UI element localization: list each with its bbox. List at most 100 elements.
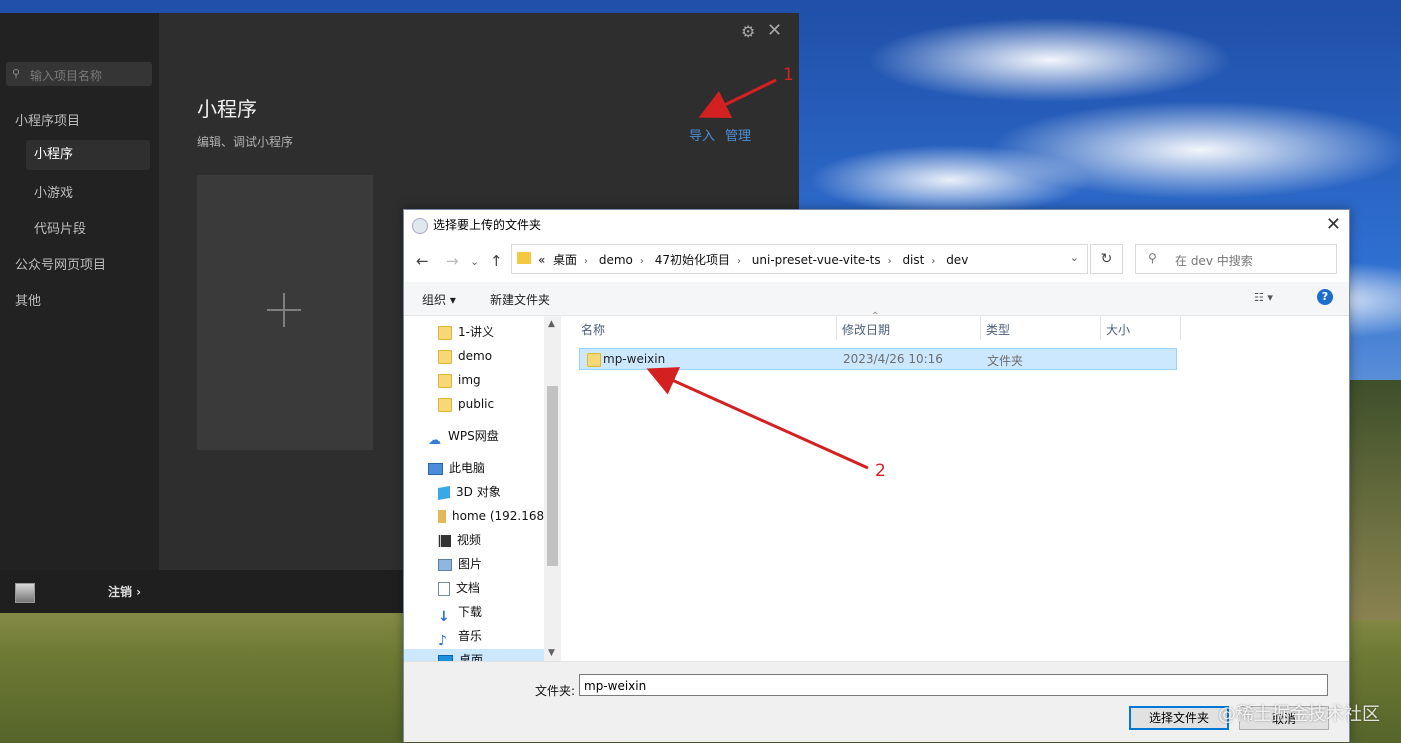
folder-icon: [438, 373, 452, 388]
watermark: @稀土掘金技术社区: [1218, 704, 1380, 725]
new-project-card[interactable]: [197, 175, 373, 450]
tree-item-label: 音乐: [458, 629, 483, 643]
scroll-down-icon[interactable]: ▼: [548, 648, 555, 658]
tree-item-label: 桌面: [459, 653, 484, 661]
recent-chevron-icon[interactable]: ⌄: [470, 255, 479, 268]
logout-button[interactable]: 注销 ›: [108, 583, 141, 600]
tree-item-img[interactable]: img: [438, 369, 481, 391]
documents-icon: [438, 581, 450, 596]
cloud-icon: ☁: [428, 432, 441, 448]
tree-item-label: 文档: [456, 581, 481, 595]
tree-item-label: demo: [458, 349, 493, 363]
import-link[interactable]: 导入: [689, 125, 715, 144]
up-arrow-icon[interactable]: ↑: [490, 252, 503, 270]
breadcrumb-item[interactable]: 桌面: [553, 253, 577, 267]
column-modified[interactable]: 修改日期: [842, 321, 890, 338]
search-placeholder: 输入项目名称: [30, 69, 103, 83]
avatar[interactable]: [15, 583, 35, 603]
video-icon: [438, 534, 451, 547]
forward-arrow-icon[interactable]: →: [446, 252, 459, 270]
folder-icon: [438, 397, 452, 412]
folder-icon: [438, 325, 452, 340]
page-subtitle: 编辑、调试小程序: [197, 135, 294, 149]
organize-button[interactable]: 组织 ▾: [422, 291, 456, 308]
tree-item-this-pc[interactable]: 此电脑: [428, 457, 485, 479]
file-row-mp-weixin[interactable]: mp-weixin 2023/4/26 10:16 文件夹: [579, 348, 1177, 370]
scrollbar-thumb[interactable]: [547, 386, 558, 566]
back-arrow-icon[interactable]: ←: [416, 252, 429, 270]
tree-item-music[interactable]: ♪ 音乐: [438, 625, 483, 649]
pictures-icon: [438, 558, 452, 571]
column-divider[interactable]: [1100, 316, 1101, 340]
tree-item-videos[interactable]: 视频: [438, 529, 481, 551]
column-divider[interactable]: [980, 316, 981, 340]
tree-item-public[interactable]: public: [438, 393, 494, 415]
tree-item-wps-cloud[interactable]: ☁ WPS网盘: [428, 425, 499, 448]
breadcrumb-item[interactable]: dev: [946, 253, 968, 267]
nav-code-snippets[interactable]: 代码片段: [34, 218, 86, 237]
tree-item-1-notes[interactable]: 1-讲义: [438, 321, 494, 343]
breadcrumb-item[interactable]: 47初始化项目: [655, 253, 730, 267]
close-icon[interactable]: ✕: [767, 20, 782, 41]
tree-item-desktop[interactable]: 桌面: [404, 649, 544, 661]
folder-icon: [517, 252, 531, 264]
tree-item-label: img: [458, 373, 481, 387]
column-divider[interactable]: [1180, 316, 1181, 340]
gear-icon[interactable]: ⚙: [741, 22, 755, 41]
search-placeholder: 在 dev 中搜索: [1175, 254, 1253, 268]
nav-other[interactable]: 其他: [15, 290, 41, 309]
file-type: 文件夹: [987, 354, 1024, 368]
tree-item-documents[interactable]: 文档: [438, 577, 480, 599]
column-name[interactable]: 名称: [581, 321, 605, 338]
select-folder-button[interactable]: 选择文件夹: [1129, 706, 1229, 730]
breadcrumb-item[interactable]: uni-preset-vue-vite-ts: [752, 253, 881, 267]
nav-miniprogram[interactable]: 小程序: [26, 140, 150, 170]
scroll-up-icon[interactable]: ▲: [548, 319, 555, 329]
tree-item-home-network[interactable]: home (192.168: [438, 505, 544, 527]
breadcrumb-item[interactable]: demo: [599, 253, 633, 267]
tree-item-label: public: [458, 397, 495, 411]
wallpaper-hills-right: [1350, 380, 1401, 620]
nav-miniprogram-projects[interactable]: 小程序项目: [15, 110, 80, 129]
tree-scrollbar[interactable]: ▲ ▼: [544, 316, 561, 661]
new-folder-button[interactable]: 新建文件夹: [490, 291, 550, 308]
dialog-title-bar: 选择要上传的文件夹: [412, 216, 541, 236]
tree-item-demo[interactable]: demo: [438, 345, 492, 367]
refresh-button[interactable]: ↻: [1090, 244, 1123, 274]
download-icon: ↓: [438, 608, 450, 625]
tree-item-label: 下载: [458, 605, 483, 619]
tree-item-downloads[interactable]: ↓ 下载: [438, 601, 483, 625]
tree-item-label: 图片: [458, 557, 483, 571]
annotation-number-1: 1: [783, 65, 794, 85]
search-icon: ⚲: [12, 67, 21, 80]
address-bar[interactable]: « 桌面 › demo › 47初始化项目 › uni-preset-vue-vite…: [511, 244, 1088, 274]
view-options-icon[interactable]: ☷ ▾: [1254, 291, 1273, 304]
tree-item-label: 视频: [457, 533, 482, 547]
tree-item-pictures[interactable]: 图片: [438, 553, 482, 575]
tree-item-label: 1-讲义: [458, 325, 494, 339]
column-size[interactable]: 大小: [1106, 321, 1130, 338]
tree-item-label: 3D 对象: [456, 485, 501, 499]
search-input[interactable]: ⚲ 在 dev 中搜索: [1135, 244, 1337, 274]
search-icon: ⚲: [1148, 251, 1157, 265]
column-divider[interactable]: [836, 316, 837, 340]
nav-minigame[interactable]: 小游戏: [34, 182, 73, 201]
file-name: mp-weixin: [603, 352, 666, 366]
help-icon[interactable]: ?: [1317, 289, 1333, 305]
folder-name-input[interactable]: mp-weixin: [579, 674, 1328, 696]
devtools-sidebar: ⚲ 输入项目名称 小程序项目 小程序 小游戏 代码片段 公众号网页项目 其他: [0, 13, 159, 613]
dialog-title: 选择要上传的文件夹: [433, 218, 542, 232]
project-search-input[interactable]: ⚲ 输入项目名称: [6, 62, 152, 86]
network-drive-icon: [438, 510, 446, 523]
manage-link[interactable]: 管理: [725, 125, 751, 144]
plus-icon: [267, 293, 301, 327]
column-type[interactable]: 类型: [986, 321, 1010, 338]
tree-item-3d-objects[interactable]: 3D 对象: [438, 481, 501, 503]
nav-official-account-web[interactable]: 公众号网页项目: [15, 254, 106, 273]
close-icon[interactable]: ✕: [1326, 214, 1341, 235]
breadcrumb-item[interactable]: dist: [902, 253, 924, 267]
breadcrumb-overflow[interactable]: «: [538, 253, 545, 267]
dialog-footer: 文件夹: mp-weixin 选择文件夹 取消: [404, 661, 1349, 742]
breadcrumb: « 桌面 › demo › 47初始化项目 › uni-preset-vue-vite…: [538, 253, 969, 267]
chevron-down-icon[interactable]: ⌄: [1070, 251, 1079, 264]
